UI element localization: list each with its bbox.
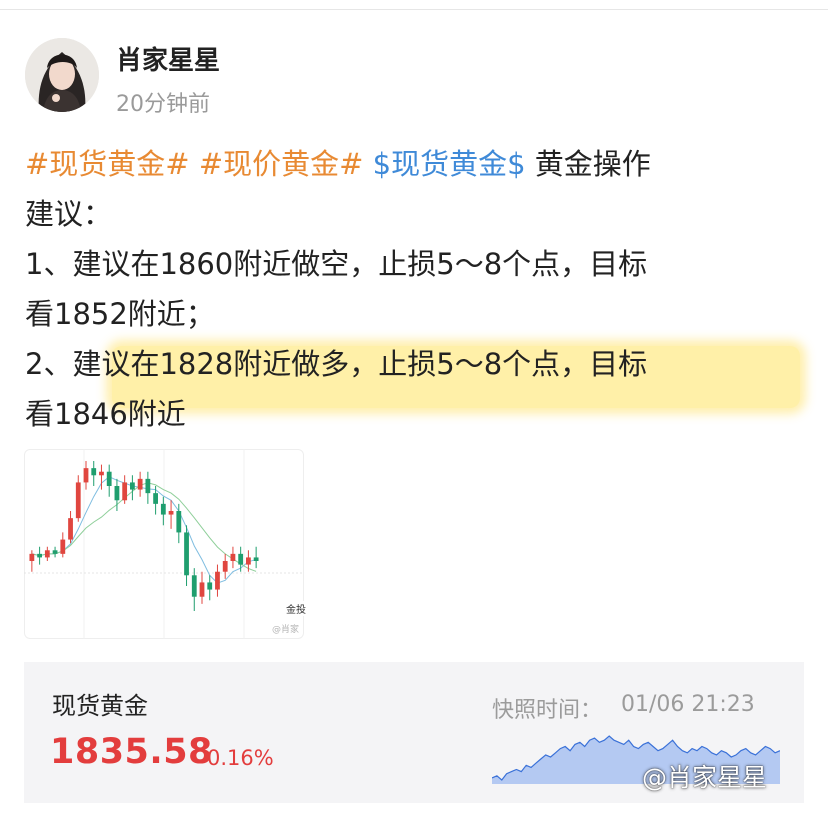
- post-text-line: 建议：: [25, 197, 113, 231]
- candle: [153, 486, 158, 515]
- quote-name: 现货黄金: [52, 692, 148, 720]
- candle: [37, 546, 42, 565]
- post-text-line: 1、建议在1860附近做空，止损5～8个点，目标: [25, 247, 648, 281]
- candle: [145, 471, 151, 504]
- candle: [176, 503, 182, 544]
- candle: [191, 568, 197, 611]
- candle: [184, 525, 189, 586]
- post-body: #现货黄金# #现价黄金# $现货黄金$ 黄金操作 建议： 1、建议在1860附…: [25, 139, 815, 439]
- candle: [130, 475, 135, 501]
- candle: [222, 553, 228, 579]
- candle: [137, 471, 143, 497]
- top-divider: [0, 9, 828, 10]
- post-text-line: 看1846附近: [25, 397, 186, 431]
- candle: [253, 546, 259, 569]
- candle: [44, 546, 50, 561]
- candle: [230, 546, 236, 569]
- candle: [75, 475, 81, 522]
- chart-image-thumbnail[interactable]: [24, 449, 304, 639]
- candle: [122, 475, 128, 504]
- candle: [91, 461, 97, 486]
- stock-tag-link[interactable]: $现货黄金$: [373, 147, 526, 181]
- candle: [207, 575, 213, 601]
- author-avatar[interactable]: [25, 38, 99, 112]
- hashtag-link[interactable]: #现价黄金#: [199, 147, 364, 181]
- post-text-line: 看1852附近；: [25, 297, 215, 331]
- candle: [168, 500, 174, 529]
- chart-watermark: @肖家: [272, 625, 300, 635]
- post-text-line: 黄金操作: [534, 147, 651, 181]
- weibo-watermark: @肖家星星: [642, 763, 768, 792]
- quote-price: 1835.58: [50, 732, 213, 772]
- quote-change: 0.16%: [207, 746, 274, 770]
- author-name[interactable]: 肖家星星: [116, 40, 220, 77]
- snapshot-time: 01/06 21:23: [621, 692, 755, 717]
- candle: [246, 550, 251, 572]
- candlestick-chart: [24, 449, 304, 639]
- candle: [68, 511, 73, 544]
- moving-average-line: [31, 476, 257, 584]
- candle: [238, 546, 244, 572]
- candle: [160, 496, 166, 526]
- moving-average-line: [31, 482, 257, 572]
- candle: [215, 564, 220, 597]
- chart-source-label: 金投: [284, 601, 308, 616]
- candle: [199, 571, 205, 604]
- post-time: 20分钟前: [116, 92, 210, 117]
- hashtag-link[interactable]: #现货黄金#: [25, 147, 190, 181]
- candle: [60, 532, 66, 558]
- candle: [52, 546, 58, 558]
- candle: [29, 550, 35, 572]
- post-text-line: 2、建议在1828附近做多，止损5～8个点，目标: [25, 347, 648, 381]
- candle: [106, 464, 112, 497]
- snapshot-label: 快照时间：: [492, 698, 603, 723]
